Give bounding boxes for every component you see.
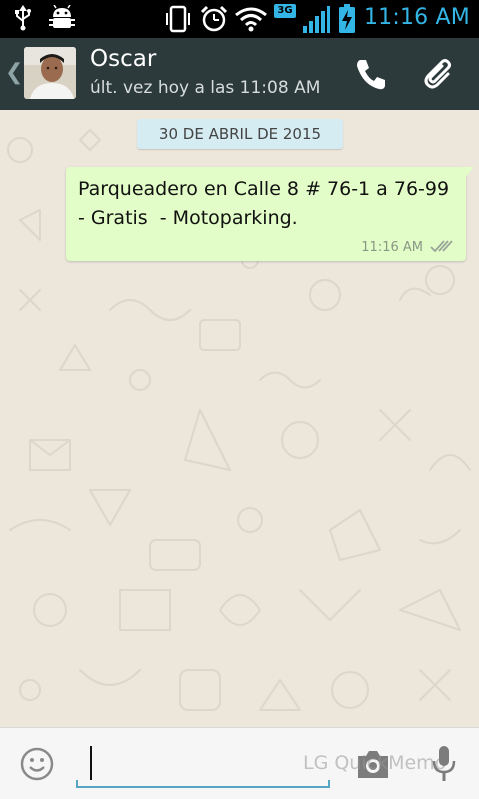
message-input[interactable] — [76, 742, 330, 788]
last-seen-status: últ. vez hoy a las 11:08 AM — [90, 78, 321, 98]
wifi-icon — [234, 5, 268, 33]
emoji-icon[interactable] — [19, 746, 55, 782]
bubble-tail — [464, 167, 474, 179]
chat-area[interactable]: 30 DE ABRIL DE 2015 Parqueadero en Calle… — [0, 110, 479, 727]
signal-icon — [302, 6, 330, 34]
call-icon[interactable] — [351, 54, 391, 94]
battery-charging-icon — [338, 4, 356, 34]
input-bar: LG QuickMemo — [0, 727, 479, 799]
double-tick-icon — [430, 240, 456, 252]
date-separator: 30 DE ABRIL DE 2015 — [137, 119, 343, 149]
text-caret — [90, 746, 92, 780]
mic-icon[interactable] — [430, 744, 458, 784]
alarm-icon — [200, 5, 228, 33]
android-debug-icon — [48, 5, 76, 31]
message-text: Parqueadero en Calle 8 # 76-1 a 76-99 - … — [78, 178, 456, 229]
network-type-badge: 3G — [274, 4, 296, 18]
vibrate-icon — [164, 5, 192, 33]
outgoing-message-bubble[interactable]: Parqueadero en Calle 8 # 76-1 a 76-99 - … — [66, 167, 474, 261]
attach-icon[interactable] — [420, 54, 460, 94]
back-chevron-icon[interactable]: ❮ — [5, 62, 23, 84]
usb-icon — [14, 5, 32, 31]
chat-header: ❮ Oscar últ. vez hoy a las 11:08 AM — [0, 38, 479, 110]
input-underline — [76, 780, 330, 788]
message-time: 11:16 AM — [361, 240, 423, 255]
quickmemo-watermark: LG QuickMemo — [303, 752, 447, 774]
status-time: 11:16 AM — [363, 5, 470, 30]
status-bar: 3G 11:16 AM — [0, 0, 479, 38]
contact-name[interactable]: Oscar — [90, 46, 156, 72]
avatar[interactable] — [24, 47, 76, 99]
